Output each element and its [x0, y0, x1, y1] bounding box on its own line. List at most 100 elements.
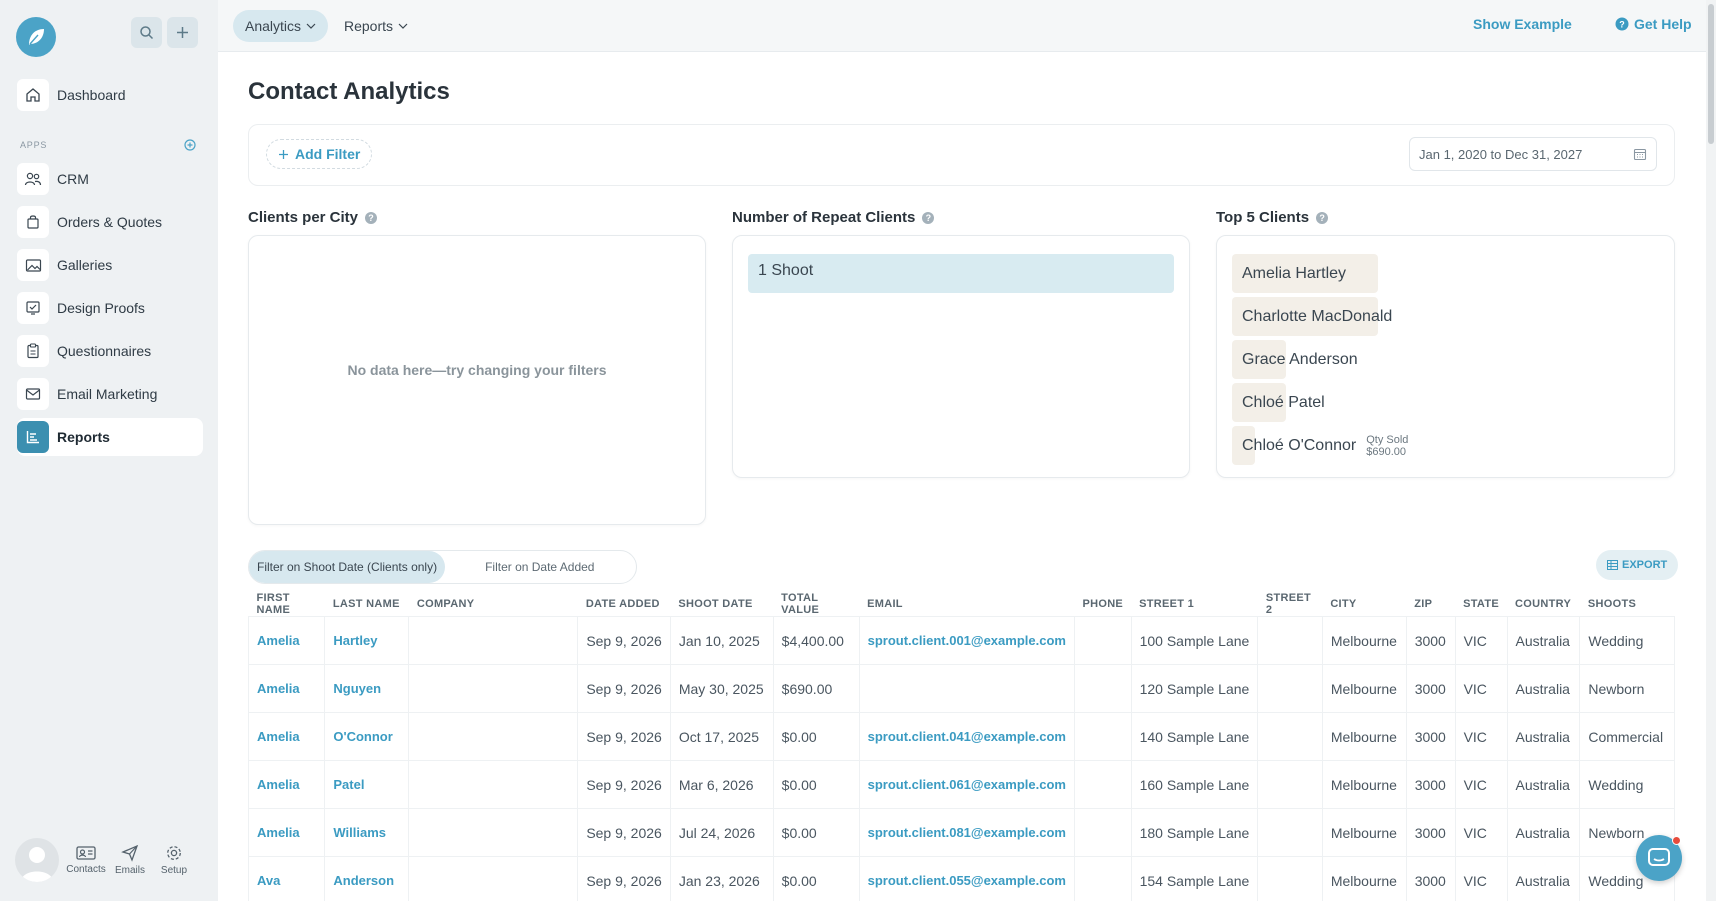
column-header[interactable]: COMPANY: [409, 592, 578, 617]
column-header[interactable]: PHONE: [1074, 592, 1131, 617]
add-button[interactable]: [167, 17, 198, 48]
table-row[interactable]: Amelia Hartley Sep 9, 2026 Jan 10, 2025 $4,4…: [247, 616, 1675, 665]
table-cell: [408, 664, 579, 713]
table-cell[interactable]: sprout.client.055@example.com: [858, 856, 1075, 901]
table-cell: Australia: [1506, 856, 1581, 901]
add-app-icon[interactable]: [184, 139, 196, 151]
sidebar-item-label: Dashboard: [57, 87, 126, 103]
table-cell[interactable]: sprout.client.001@example.com: [858, 616, 1075, 665]
help-icon[interactable]: ?: [1316, 211, 1329, 224]
sidebar-item-crm[interactable]: CRM: [17, 160, 203, 198]
table-cell: VIC: [1454, 856, 1508, 901]
column-header[interactable]: SHOOTS: [1580, 592, 1675, 617]
column-header[interactable]: FIRST NAME: [249, 592, 325, 617]
table-cell[interactable]: Ava: [247, 856, 326, 901]
table-cell[interactable]: Amelia: [247, 808, 326, 857]
table-row[interactable]: Amelia Nguyen Sep 9, 2026 May 30, 2025 $690.…: [247, 664, 1675, 713]
sidebar-item-dashboard[interactable]: Dashboard: [17, 76, 203, 114]
sidebar-item-reports[interactable]: Reports: [17, 418, 203, 456]
table-cell: [1073, 616, 1132, 665]
table-cell: $0.00: [772, 712, 860, 761]
column-header[interactable]: ZIP: [1406, 592, 1455, 617]
sidebar-item-email-marketing[interactable]: Email Marketing: [17, 375, 203, 413]
clipboard-icon: [17, 335, 49, 367]
get-help-link[interactable]: ? Get Help: [1615, 16, 1692, 32]
table-cell[interactable]: sprout.client.041@example.com: [858, 712, 1075, 761]
column-header[interactable]: COUNTRY: [1507, 592, 1580, 617]
top-client-bar[interactable]: Chloé Patel: [1232, 383, 1325, 422]
table-cell[interactable]: sprout.client.081@example.com: [858, 808, 1075, 857]
table-cell[interactable]: Williams: [324, 808, 410, 857]
repeat-clients-bar[interactable]: 1 Shoot: [748, 254, 1174, 293]
sidebar-item-orders-quotes[interactable]: Orders & Quotes: [17, 203, 203, 241]
table-cell: Melbourne: [1321, 616, 1407, 665]
table-cell[interactable]: Nguyen: [324, 664, 410, 713]
table-row[interactable]: Amelia O'Connor Sep 9, 2026 Oct 17, 2025 $0.…: [247, 712, 1675, 761]
table-cell[interactable]: sprout.client.061@example.com: [858, 760, 1075, 809]
table-cell: $690.00: [772, 664, 860, 713]
tab-reports[interactable]: Reports: [332, 10, 420, 42]
table-cell[interactable]: Amelia: [247, 760, 326, 809]
show-example-link[interactable]: Show Example: [1473, 16, 1572, 32]
sprout-logo[interactable]: [16, 17, 56, 57]
column-header[interactable]: TOTAL VALUE: [773, 592, 859, 617]
add-filter-button[interactable]: Add Filter: [266, 139, 373, 169]
table-cell[interactable]: Amelia: [247, 664, 326, 713]
emails-button[interactable]: Emails: [113, 844, 147, 876]
column-header[interactable]: CITY: [1322, 592, 1406, 617]
help-icon[interactable]: ?: [365, 211, 378, 224]
date-range-picker[interactable]: Jan 1, 2020 to Dec 31, 2027: [1409, 137, 1657, 171]
table-cell: 154 Sample Lane: [1130, 856, 1259, 901]
table-cell: Australia: [1506, 616, 1581, 665]
sidebar-item-label: Questionnaires: [57, 343, 152, 359]
table-cell[interactable]: Anderson: [324, 856, 410, 901]
scroll-thumb[interactable]: [1708, 4, 1714, 144]
search-button[interactable]: [131, 17, 162, 48]
column-header[interactable]: DATE ADDED: [578, 592, 671, 617]
contacts-label: Contacts: [66, 864, 106, 875]
date-range-value: Jan 1, 2020 to Dec 31, 2027: [1419, 146, 1583, 162]
sidebar-item-design-proofs[interactable]: Design Proofs: [17, 289, 203, 327]
tab-analytics[interactable]: Analytics: [233, 10, 329, 42]
table-cell: Sep 9, 2026: [577, 808, 671, 857]
table-cell[interactable]: [858, 664, 1075, 713]
top-client-bar[interactable]: Charlotte MacDonald: [1232, 297, 1392, 336]
column-header[interactable]: LAST NAME: [325, 592, 409, 617]
sidebar-item-questionnaires[interactable]: Questionnaires: [17, 332, 203, 370]
sidebar: Dashboard APPS CRM Orders & Quotes Galle…: [0, 0, 218, 901]
bar-tooltip: Qty Sold $690.00: [1366, 434, 1408, 458]
filter-date-added-option[interactable]: Filter on Date Added: [445, 551, 602, 583]
table-cell: Jul 24, 2026: [669, 808, 774, 857]
top-client-bar[interactable]: Chloé O'Connor Qty Sold $690.00: [1232, 426, 1408, 465]
column-header[interactable]: STREET 2: [1258, 592, 1322, 617]
setup-button[interactable]: Setup: [157, 844, 191, 876]
sidebar-item-label: Orders & Quotes: [57, 214, 163, 230]
column-header[interactable]: STREET 1: [1131, 592, 1258, 617]
table-row[interactable]: Amelia Patel Sep 9, 2026 Mar 6, 2026 $0.00 sp…: [247, 760, 1675, 809]
avatar[interactable]: [15, 838, 59, 882]
top-client-bar[interactable]: Amelia Hartley: [1232, 254, 1378, 293]
top-client-bar[interactable]: Grace Anderson: [1232, 340, 1358, 379]
contacts-button[interactable]: Contacts: [66, 845, 106, 875]
filter-shoot-date-option[interactable]: Filter on Shoot Date (Clients only): [249, 551, 446, 583]
table-cell[interactable]: Patel: [324, 760, 410, 809]
table-row[interactable]: Amelia Williams Sep 9, 2026 Jul 24, 2026 $0.…: [247, 808, 1675, 857]
column-header[interactable]: STATE: [1455, 592, 1507, 617]
sidebar-item-galleries[interactable]: Galleries: [17, 246, 203, 284]
table-cell: [408, 808, 579, 857]
tab-label: Reports: [344, 18, 394, 34]
image-icon: [17, 249, 49, 281]
page-scrollbar[interactable]: [1706, 0, 1716, 901]
table-cell[interactable]: Amelia: [247, 616, 326, 665]
chat-launcher-button[interactable]: [1636, 835, 1682, 881]
table-icon: [1607, 560, 1618, 570]
sidebar-item-label: Design Proofs: [57, 300, 145, 316]
help-icon[interactable]: ?: [922, 211, 935, 224]
table-cell[interactable]: Amelia: [247, 712, 326, 761]
table-cell[interactable]: Hartley: [324, 616, 410, 665]
table-row[interactable]: Ava Anderson Sep 9, 2026 Jan 23, 2026 $0.00 s…: [247, 856, 1675, 901]
export-button[interactable]: EXPORT: [1596, 550, 1679, 580]
table-cell[interactable]: O'Connor: [324, 712, 410, 761]
column-header[interactable]: SHOOT DATE: [670, 592, 773, 617]
column-header[interactable]: EMAIL: [859, 592, 1074, 617]
